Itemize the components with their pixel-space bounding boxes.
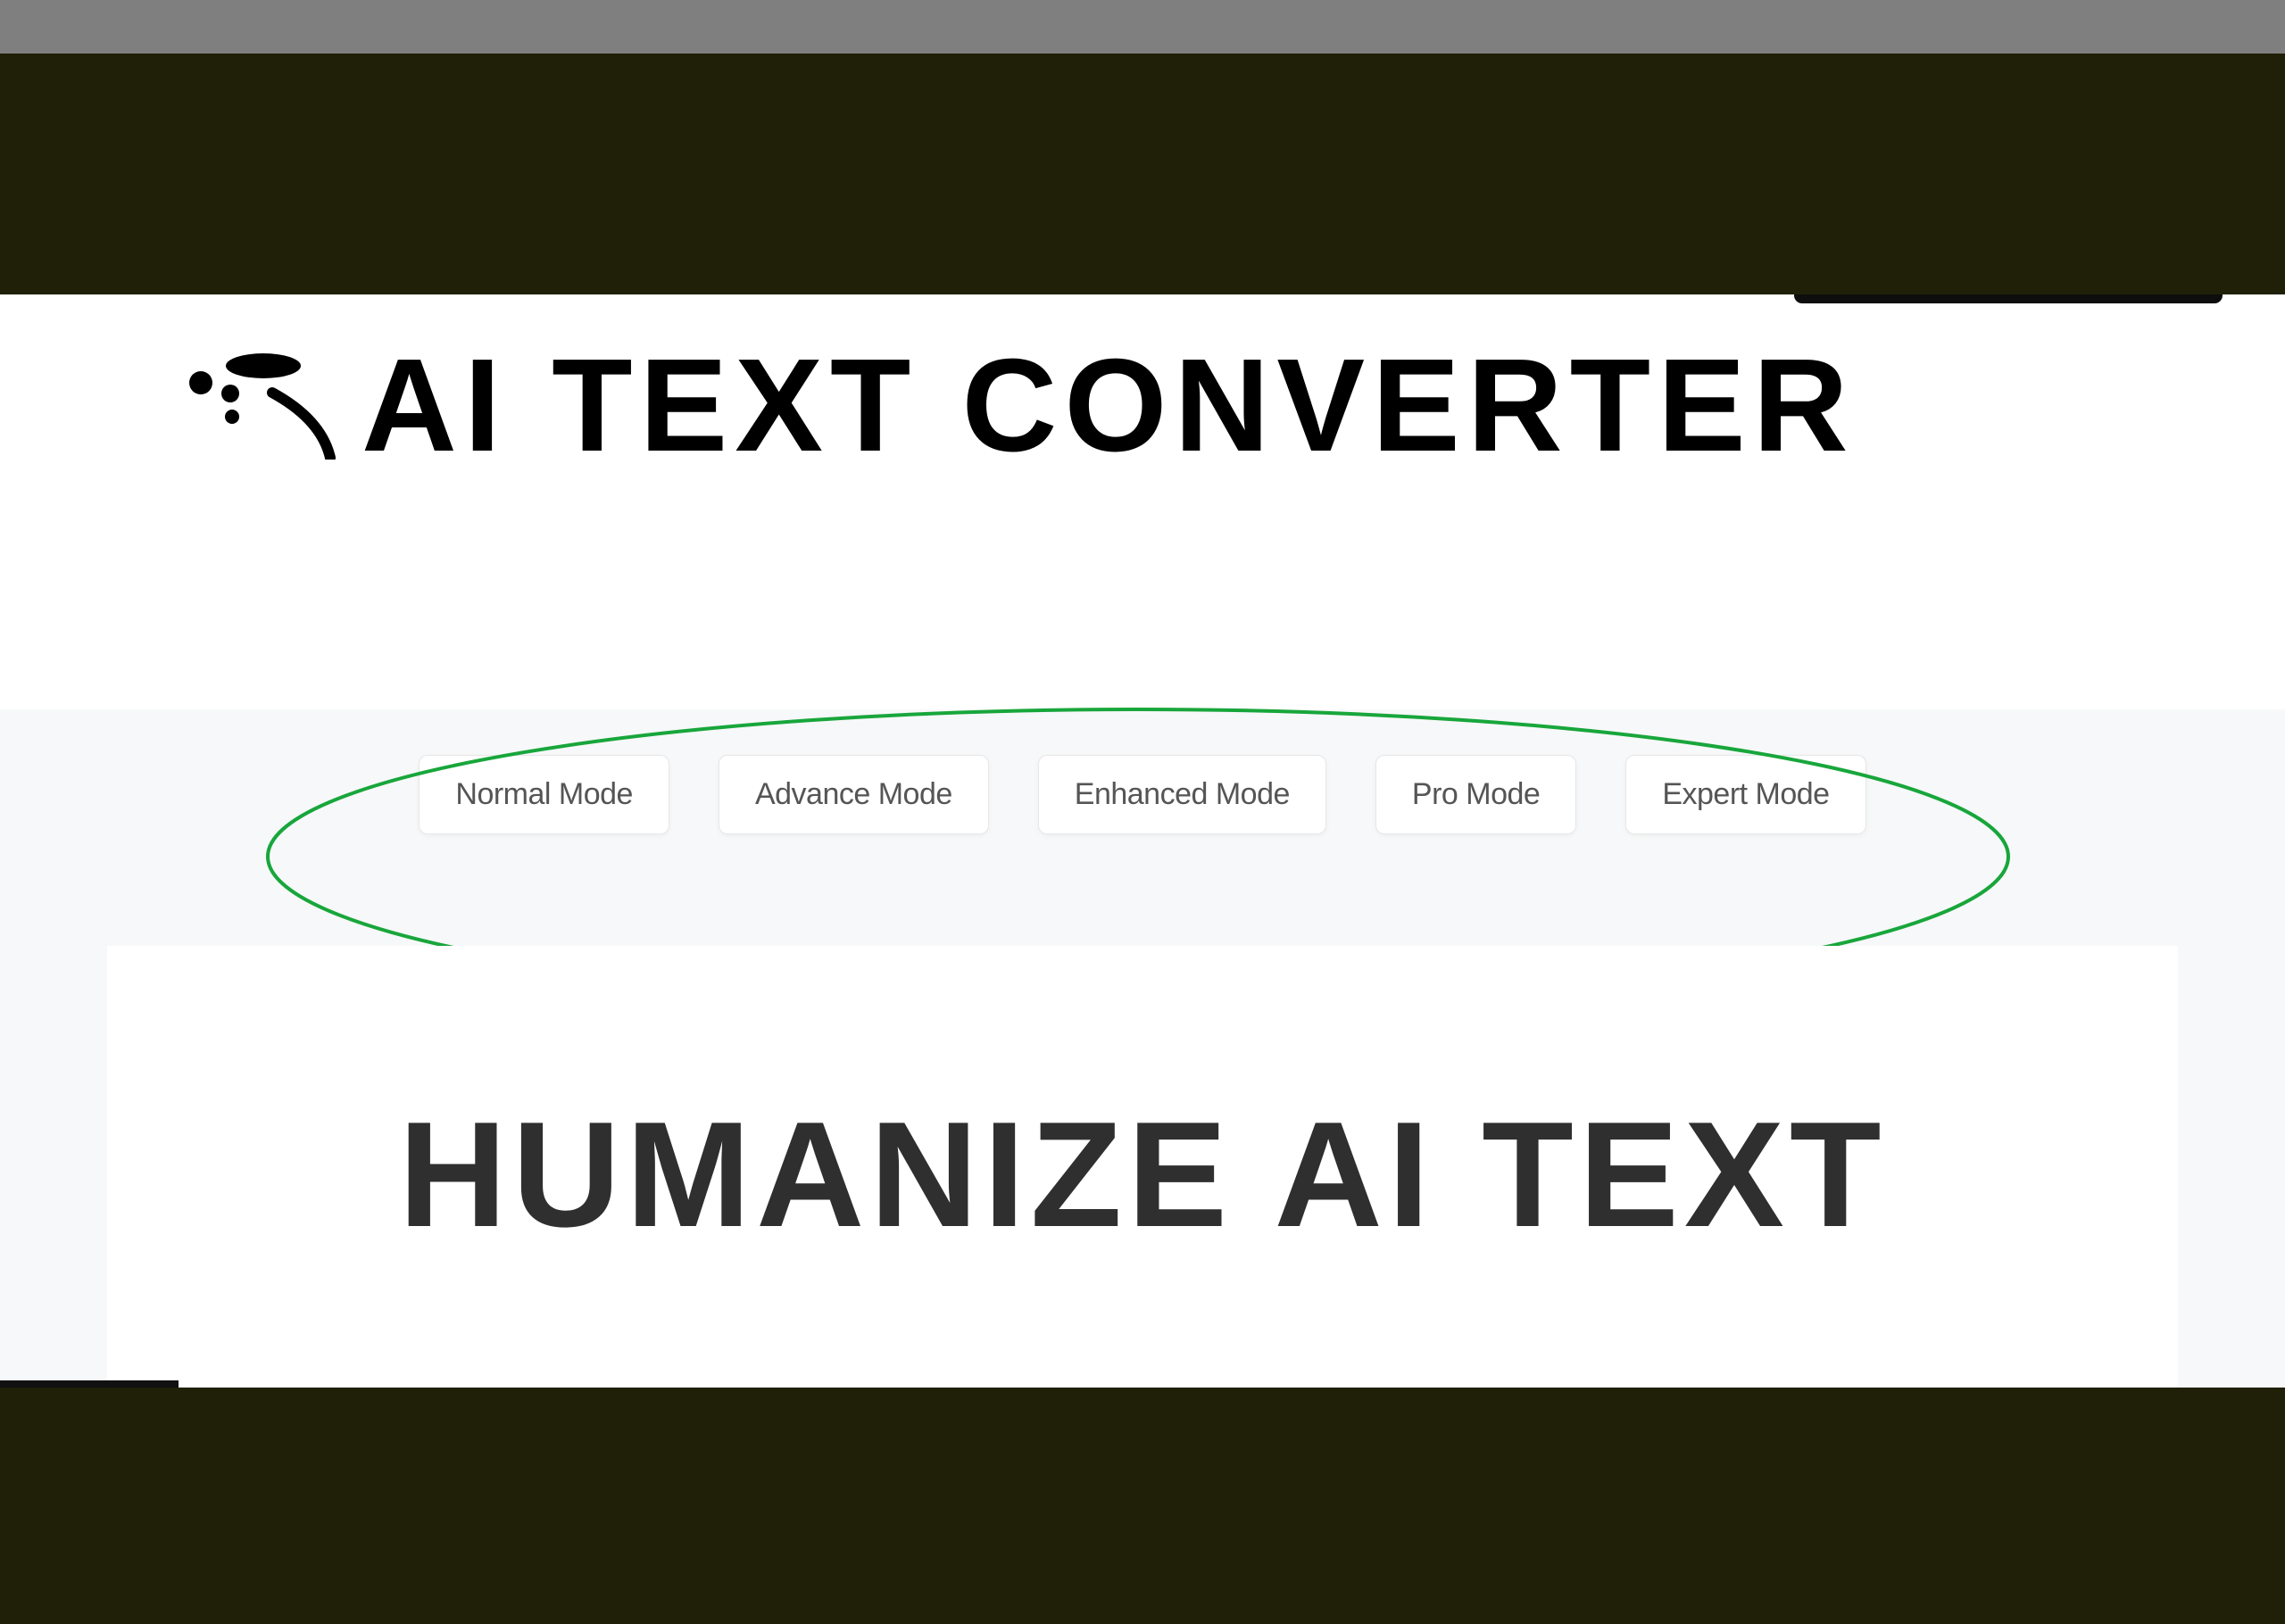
mode-label: Advance Mode bbox=[755, 777, 952, 811]
mode-row: Normal Mode Advance Mode Enhanced Mode P… bbox=[0, 732, 2285, 858]
stage: AI TEXT CONVERTER Normal Mode Advance Mo… bbox=[0, 0, 2285, 1623]
brand-title: AI TEXT CONVERTER bbox=[361, 330, 1856, 482]
hero-panel: HUMANIZE AI TEXT bbox=[107, 946, 2178, 1388]
site-area: AI TEXT CONVERTER Normal Mode Advance Mo… bbox=[0, 294, 2285, 1388]
mode-row-inner: Normal Mode Advance Mode Enhanced Mode P… bbox=[383, 732, 1901, 858]
brand-logo-icon bbox=[179, 352, 339, 460]
mode-enhanced-button[interactable]: Enhanced Mode bbox=[1038, 755, 1326, 834]
video-letterbox-bottom bbox=[0, 1388, 2285, 1624]
mode-label: Expert Mode bbox=[1662, 777, 1829, 811]
mode-label: Normal Mode bbox=[455, 777, 633, 811]
mode-label: Enhanced Mode bbox=[1075, 777, 1290, 811]
mode-label: Pro Mode bbox=[1412, 777, 1540, 811]
mode-normal-button[interactable]: Normal Mode bbox=[419, 755, 669, 834]
mode-expert-button[interactable]: Expert Mode bbox=[1625, 755, 1865, 834]
mode-advance-button[interactable]: Advance Mode bbox=[719, 755, 989, 834]
corner-chip bbox=[0, 1380, 179, 1388]
tool-band: Normal Mode Advance Mode Enhanced Mode P… bbox=[0, 709, 2285, 1388]
video-letterbox-top bbox=[0, 54, 2285, 294]
header: AI TEXT CONVERTER bbox=[179, 294, 2187, 518]
hero-headline: HUMANIZE AI TEXT bbox=[107, 1089, 2178, 1261]
mode-pro-button[interactable]: Pro Mode bbox=[1375, 755, 1576, 834]
